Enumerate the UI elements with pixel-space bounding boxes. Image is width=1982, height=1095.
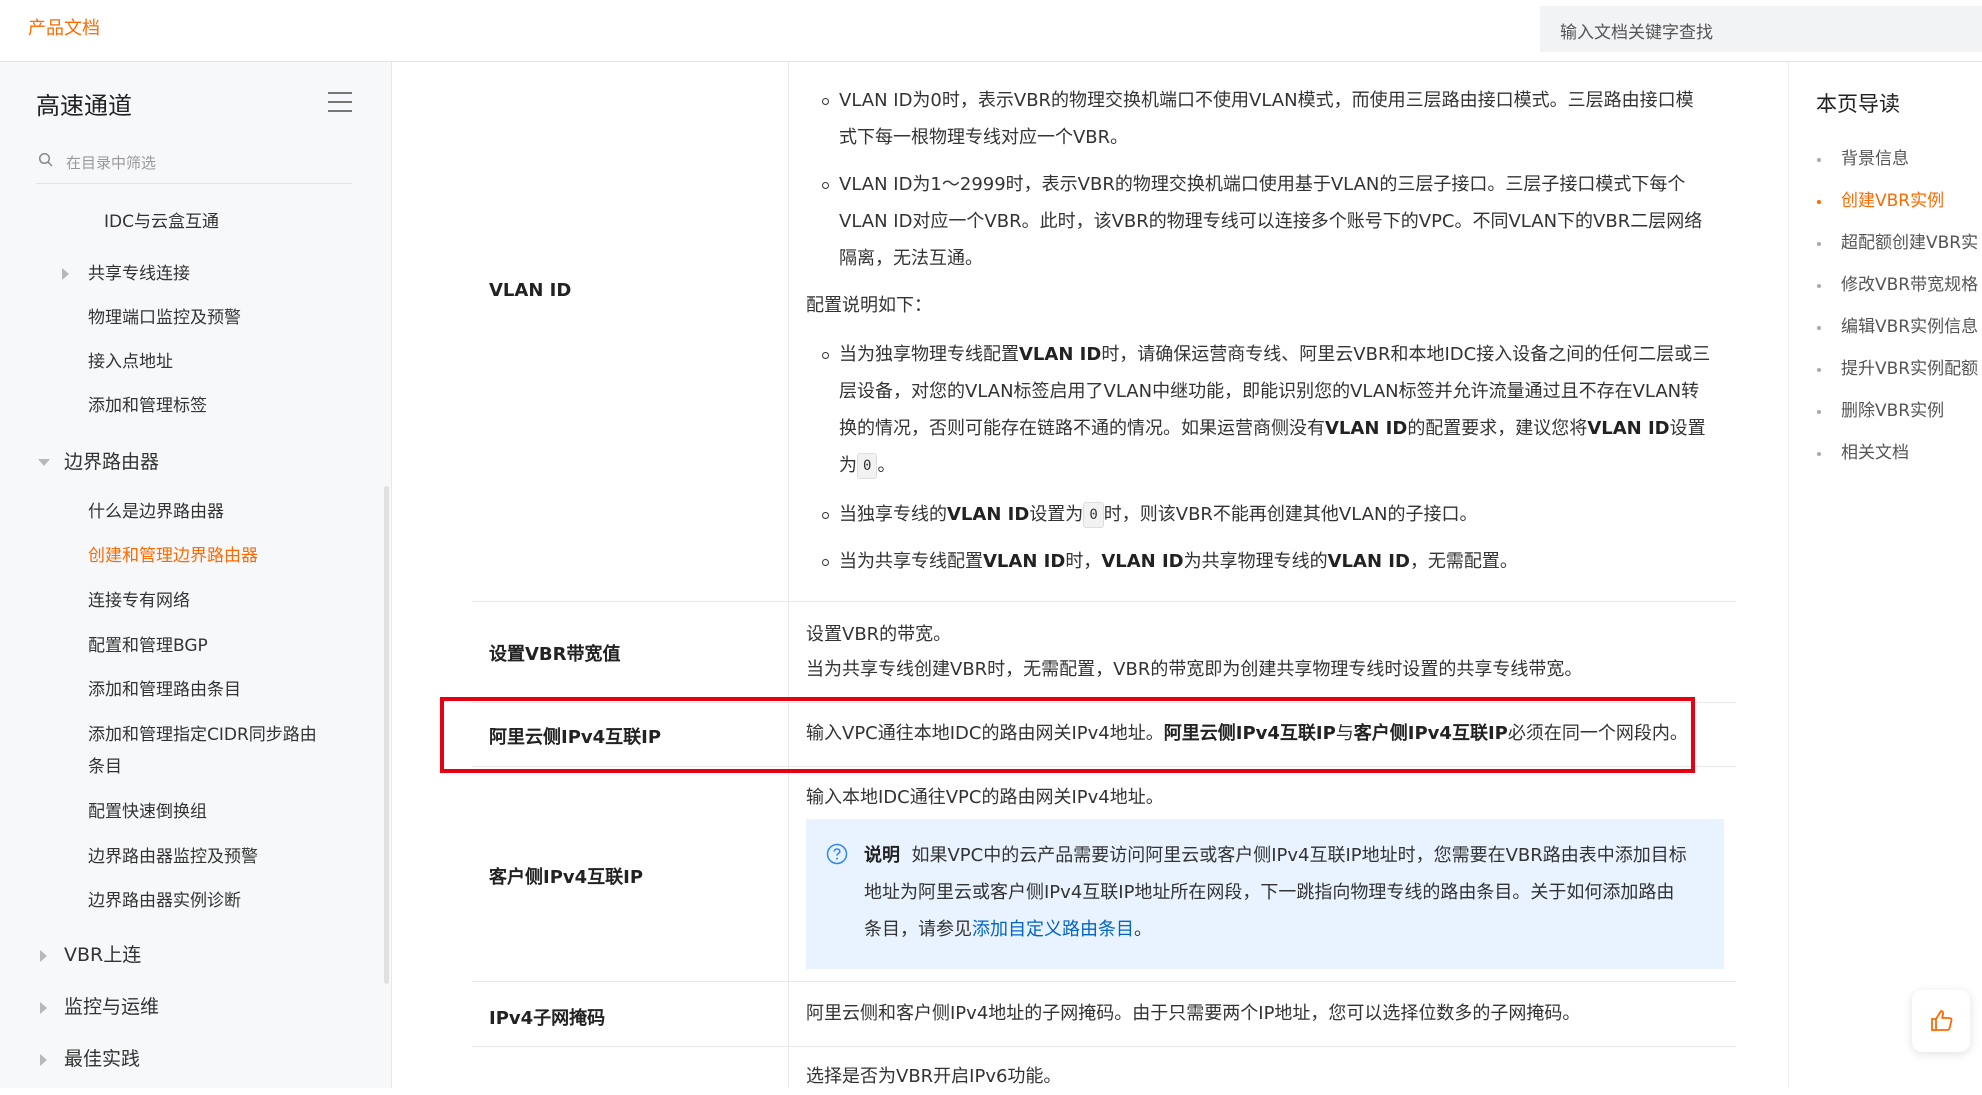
sidebar-item-vbr[interactable]: 边界路由器: [64, 446, 159, 478]
sidebar-item-monitoring[interactable]: 监控与运维: [64, 991, 159, 1023]
toc-bullet: [1817, 410, 1821, 414]
sidebar: 高速通道 在目录中筛选 IDC与云盒互通 共享专线连接 物理端口监控及预警 接入…: [0, 62, 392, 1088]
sidebar-title: 高速通道: [36, 92, 132, 120]
text-line: 式下每一根物理专线对应一个VBR。: [839, 127, 1129, 148]
param-label-customer-ipv4: 客户侧IPv4互联IP: [489, 867, 644, 888]
toc-bullet: [1817, 452, 1821, 456]
toc-bullet: [1817, 368, 1821, 372]
brand-link[interactable]: 产品文档: [28, 14, 100, 40]
text-line: 换的情况，否则可能存在链路不通的情况。如果运营商侧没有VLAN ID的配置要求，…: [839, 418, 1706, 439]
param-label-bandwidth: 设置VBR带宽值: [489, 644, 621, 665]
config-note-heading: 配置说明如下：: [806, 295, 932, 316]
thumbs-up-icon: [1929, 1008, 1955, 1038]
toc-bullet: [1817, 242, 1821, 246]
sidebar-item-best-practices[interactable]: 最佳实践: [64, 1043, 140, 1075]
note-title: 说明: [864, 845, 900, 866]
sidebar-item-connect-vpc[interactable]: 连接专有网络: [88, 585, 190, 617]
row-divider: [472, 1046, 1736, 1047]
code-value: 0: [1083, 502, 1104, 528]
toc-item-modify-bandwidth[interactable]: 修改VBR带宽规格: [1841, 270, 1978, 295]
sidebar-item-vbr-uplink[interactable]: VBR上连: [64, 939, 141, 971]
chevron-down-icon[interactable]: [38, 459, 50, 466]
sidebar-item-cidr-sync[interactable]: 添加和管理指定CIDR同步路由: [88, 719, 317, 751]
param-label-subnet-mask: IPv4子网掩码: [489, 1008, 606, 1029]
text-line: 隔离，无法互通。: [839, 248, 983, 269]
note-line: 地址为阿里云或客户侧IPv4互联IP地址所在网段，下一跳指向物理专线的路由条目。…: [864, 882, 1675, 903]
top-bar: 产品文档 输入文档关键字查找: [0, 0, 1982, 62]
menu-icon[interactable]: [328, 92, 352, 119]
toc-item-over-quota[interactable]: 超配额创建VBR实: [1841, 228, 1978, 253]
bullet: [822, 352, 829, 359]
highlight-box: [440, 697, 1695, 773]
code-value: 0: [857, 453, 878, 479]
toc-bullet: [1817, 200, 1821, 204]
sidebar-item-port-monitor[interactable]: 物理端口监控及预警: [88, 302, 241, 334]
text-line: 当为共享专线配置VLAN ID时，VLAN ID为共享物理专线的VLAN ID，…: [839, 551, 1518, 572]
sidebar-filter-input[interactable]: 在目录中筛选: [36, 146, 352, 184]
row-divider: [472, 601, 1736, 602]
text-line: 输入本地IDC通往VPC的路由网关IPv4地址。: [806, 787, 1164, 808]
toc-item-raise-quota[interactable]: 提升VBR实例配额: [1841, 354, 1978, 379]
toc-item-related-docs[interactable]: 相关文档: [1841, 438, 1909, 463]
sidebar-item-route-entries[interactable]: 添加和管理路由条目: [88, 674, 241, 706]
text-line: VLAN ID对应一个VBR。此时，该VBR的物理专线可以连接多个账号下的VPC…: [839, 211, 1703, 232]
text-line: VLAN ID为0时，表示VBR的物理交换机端口不使用VLAN模式，而使用三层路…: [839, 90, 1694, 111]
chevron-right-icon[interactable]: [62, 268, 69, 280]
toc-bullet: [1817, 158, 1821, 162]
sidebar-item-vbr-diagnose[interactable]: 边界路由器实例诊断: [88, 885, 241, 917]
sidebar-filter-placeholder: 在目录中筛选: [66, 154, 157, 172]
bullet: [822, 182, 829, 189]
note-line: 说明 如果VPC中的云产品需要访问阿里云或客户侧IPv4互联IP地址时，您需要在…: [864, 845, 1687, 866]
row-divider: [472, 981, 1736, 982]
bullet: [822, 512, 829, 519]
text-line: 当为独享物理专线配置VLAN ID时，请确保运营商专线、阿里云VBR和本地IDC…: [839, 344, 1711, 365]
sidebar-item-failover-group[interactable]: 配置快速倒换组: [88, 796, 207, 828]
page-toc: 本页导读 背景信息 创建VBR实例 超配额创建VBR实 修改VBR带宽规格 编辑…: [1788, 62, 1982, 1088]
note-callout: 说明 如果VPC中的云产品需要访问阿里云或客户侧IPv4互联IP地址时，您需要在…: [806, 819, 1724, 969]
sidebar-item-access-points[interactable]: 接入点地址: [88, 346, 173, 378]
sidebar-item-create-vbr[interactable]: 创建和管理边界路由器: [88, 540, 258, 572]
search-icon: [38, 152, 54, 172]
sidebar-item-bgp[interactable]: 配置和管理BGP: [88, 630, 208, 662]
toc-bullet: [1817, 326, 1821, 330]
text-line: 选择是否为VBR开启IPv6功能。: [806, 1066, 1062, 1087]
param-label-vlan-id: VLAN ID: [489, 280, 572, 301]
chevron-right-icon[interactable]: [40, 1002, 47, 1014]
column-divider: [788, 62, 789, 1088]
sidebar-item-tags[interactable]: 添加和管理标签: [88, 390, 207, 422]
chevron-right-icon[interactable]: [40, 1054, 47, 1066]
toc-item-background[interactable]: 背景信息: [1841, 144, 1909, 169]
doc-search-input[interactable]: 输入文档关键字查找: [1540, 6, 1982, 52]
feedback-button[interactable]: [1912, 990, 1970, 1052]
sidebar-item-cidr-sync-cont[interactable]: 条目: [88, 751, 122, 783]
text-line: VLAN ID为1～2999时，表示VBR的物理交换机端口使用基于VLAN的三层…: [839, 174, 1686, 195]
text-line: 当独享专线的VLAN ID设置为 0 时，则该VBR不能再创建其他VLAN的子接口。: [839, 496, 1477, 533]
sidebar-scrollbar[interactable]: [384, 486, 389, 984]
text-line: 当为共享专线创建VBR时，无需配置，VBR的带宽即为创建共享物理专线时设置的共享…: [806, 659, 1583, 680]
add-custom-route-link[interactable]: 添加自定义路由条目: [972, 919, 1134, 940]
bullet: [822, 98, 829, 105]
toc-item-create-vbr[interactable]: 创建VBR实例: [1841, 186, 1944, 211]
question-circle-icon: [826, 843, 848, 869]
sidebar-item-shared-line[interactable]: 共享专线连接: [88, 258, 190, 290]
toc-bullet: [1817, 284, 1821, 288]
sidebar-item-what-is-vbr[interactable]: 什么是边界路由器: [88, 496, 224, 528]
text-line: 层设备，对您的VLAN标签启用了VLAN中继功能，即能识别您的VLAN标签并允许…: [839, 381, 1700, 402]
sidebar-item-vbr-monitor[interactable]: 边界路由器监控及预警: [88, 841, 258, 873]
toc-item-delete-vbr[interactable]: 删除VBR实例: [1841, 396, 1944, 421]
sidebar-item-idc-cloudbox[interactable]: IDC与云盒互通: [104, 206, 219, 238]
text-line: 为 0。: [839, 447, 895, 484]
text-line: 阿里云侧和客户侧IPv4地址的子网掩码。由于只需要两个IP地址，您可以选择位数多…: [806, 1003, 1581, 1024]
bullet: [822, 559, 829, 566]
toc-item-edit-vbr[interactable]: 编辑VBR实例信息: [1841, 312, 1978, 337]
text-line: 设置VBR的带宽。: [806, 624, 952, 645]
chevron-right-icon[interactable]: [40, 950, 47, 962]
toc-title: 本页导读: [1816, 92, 1900, 116]
note-line: 条目，请参见添加自定义路由条目。: [864, 919, 1152, 940]
